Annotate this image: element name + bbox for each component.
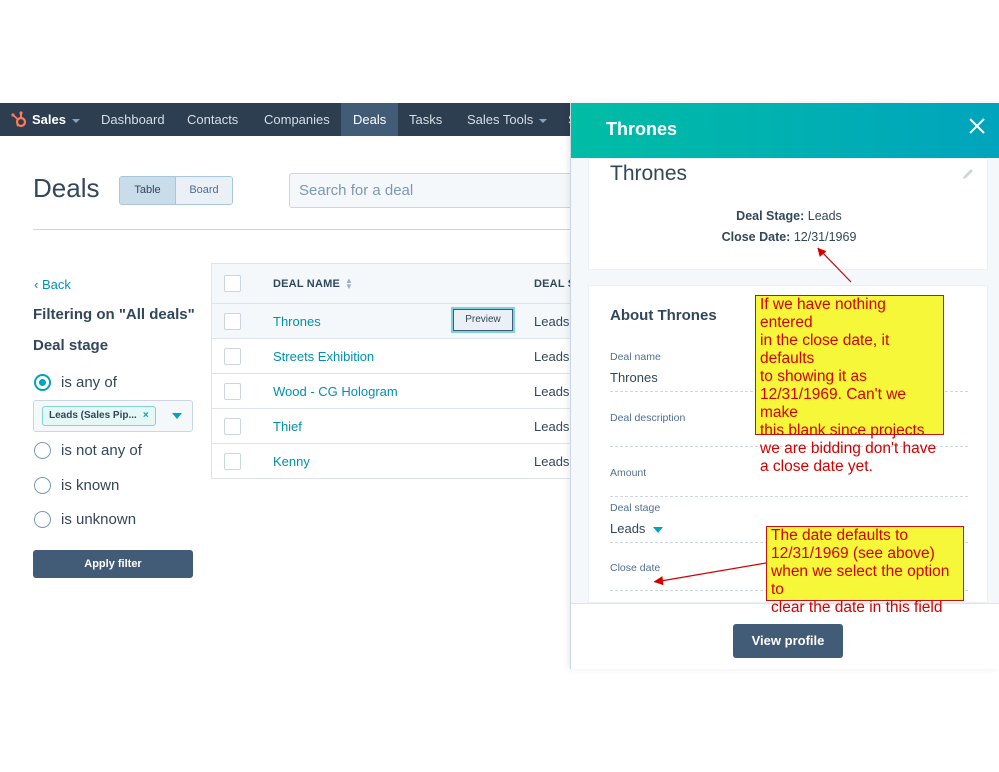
radio-label: is any of [61, 373, 117, 391]
filter-group-label: Deal stage [33, 337, 109, 354]
table-row[interactable]: Kenny Leads [212, 444, 574, 479]
deal-name-label: Deal name [610, 351, 661, 363]
radio-label: is unknown [61, 510, 137, 528]
back-link[interactable]: ‹ Back [34, 277, 71, 292]
deal-name-link[interactable]: Kenny [273, 454, 310, 469]
caret-down-icon [653, 526, 664, 533]
selected-stage-tag: Leads (Sales Pip... × [42, 406, 156, 426]
close-date-summary-label: Close Date: [721, 230, 791, 244]
nav-sales-tools-label: Sales Tools [467, 112, 534, 127]
caret-down-icon[interactable] [172, 413, 182, 419]
view-profile-button[interactable]: View profile [733, 624, 843, 658]
preview-button[interactable]: Preview [451, 307, 515, 333]
record-name: Thrones [610, 162, 688, 185]
board-view-button[interactable]: Board [176, 177, 232, 204]
deal-stage-label: Deal stage [610, 502, 661, 514]
close-date-label: Close date [610, 562, 661, 574]
deal-name-link[interactable]: Thrones [273, 314, 321, 329]
radio-is-any-of[interactable]: is any of [34, 372, 117, 392]
nav-item-dashboard[interactable]: Dashboard [89, 103, 177, 136]
deal-name-link[interactable]: Streets Exhibition [273, 349, 374, 364]
deal-stage-cell: Leads [534, 349, 570, 364]
sort-icon[interactable]: ▲ ▼ [345, 277, 353, 291]
panel-title: Thrones [606, 119, 678, 139]
deal-stage-cell: Leads [534, 384, 570, 399]
table-header: DEAL NAME ▲ ▼ DEAL S [212, 264, 575, 304]
nav-sales-label: Sales [32, 112, 66, 127]
deal-stage-select[interactable]: Leads [610, 521, 664, 536]
row-checkbox[interactable] [224, 313, 241, 330]
filter-heading: Filtering on "All deals" [33, 306, 195, 323]
nav-item-deals[interactable]: Deals [341, 103, 399, 136]
record-summary-card: Thrones Deal Stage: Leads Close Date: 12… [588, 158, 988, 270]
radio-is-known[interactable]: is known [34, 475, 119, 495]
radio-label: is known [61, 476, 120, 494]
close-icon[interactable] [968, 117, 986, 135]
deal-stage-cell: Leads [534, 419, 570, 434]
select-all-checkbox[interactable] [224, 275, 241, 292]
deal-stage-cell: Leads [534, 314, 570, 329]
nav-item-tasks[interactable]: Tasks [397, 103, 454, 136]
nav-sales-menu[interactable]: Sales [20, 103, 92, 136]
deal-stage-select-value: Leads [610, 521, 646, 536]
close-date-summary: Close Date: 12/31/1969 [589, 230, 989, 244]
table-row[interactable]: Streets Exhibition Leads [212, 339, 574, 374]
annotation-note: The date defaults to 12/31/1969 (see abo… [766, 526, 964, 616]
radio-label: is not any of [61, 441, 142, 459]
radio-button[interactable] [34, 510, 51, 528]
caret-down-icon [539, 118, 548, 123]
column-header-label: DEAL NAME [273, 278, 340, 290]
back-label: Back [41, 277, 71, 292]
apply-filter-button[interactable]: Apply filter [33, 550, 193, 578]
amount-field[interactable] [610, 496, 968, 497]
chevron-left-icon: ‹ [34, 277, 42, 292]
view-toggle: Table Board [119, 176, 233, 205]
tag-label: Leads (Sales Pip... [49, 410, 137, 421]
annotation-note: If we have nothing entered in the close … [755, 295, 944, 475]
column-header-deal-name[interactable]: DEAL NAME ▲ ▼ [273, 277, 353, 291]
deal-stage-multiselect[interactable]: Leads (Sales Pip... × [33, 400, 193, 432]
amount-label: Amount [610, 467, 647, 479]
row-checkbox[interactable] [224, 348, 241, 365]
deal-name-link[interactable]: Wood - CG Hologram [273, 384, 398, 399]
deal-search-input[interactable]: Search for a deal [289, 173, 574, 208]
deal-stage-summary-value: Leads [807, 209, 842, 223]
page-title: Deals [33, 173, 100, 203]
nav-item-sales-tools[interactable]: Sales Tools [455, 103, 559, 136]
nav-item-contacts[interactable]: Contacts [175, 103, 250, 136]
deal-name-link[interactable]: Thief [273, 419, 302, 434]
table-row[interactable]: Wood - CG Hologram Leads [212, 374, 574, 409]
preview-label: Preview [453, 309, 513, 331]
table-view-button[interactable]: Table [120, 177, 176, 204]
row-checkbox[interactable] [224, 418, 241, 435]
caret-down-icon [71, 118, 80, 123]
row-checkbox[interactable] [224, 383, 241, 400]
table-row[interactable]: Thrones Preview Leads [212, 304, 574, 339]
panel-header: Thrones [571, 103, 999, 158]
pencil-icon[interactable] [961, 167, 975, 181]
radio-is-unknown[interactable]: is unknown [34, 509, 136, 529]
deal-name-field[interactable]: Thrones [610, 370, 658, 385]
deals-table: DEAL NAME ▲ ▼ DEAL S Thrones Preview Leads… [211, 263, 575, 479]
radio-button[interactable] [34, 476, 51, 494]
deal-stage-summary: Deal Stage: Leads [589, 209, 989, 223]
nav-item-companies[interactable]: Companies [252, 103, 342, 136]
about-title: About Thrones [610, 307, 717, 324]
close-date-summary-value: 12/31/1969 [793, 230, 857, 244]
table-row[interactable]: Thief Leads [212, 409, 574, 444]
radio-button[interactable] [34, 441, 51, 459]
radio-is-not-any-of[interactable]: is not any of [34, 440, 142, 460]
deal-stage-cell: Leads [534, 454, 570, 469]
header-divider [33, 229, 573, 230]
row-checkbox[interactable] [224, 453, 241, 470]
radio-button-checked[interactable] [34, 373, 51, 391]
remove-tag-icon[interactable]: × [143, 410, 149, 421]
deal-stage-summary-label: Deal Stage: [736, 209, 805, 223]
deal-description-label: Deal description [610, 412, 686, 424]
